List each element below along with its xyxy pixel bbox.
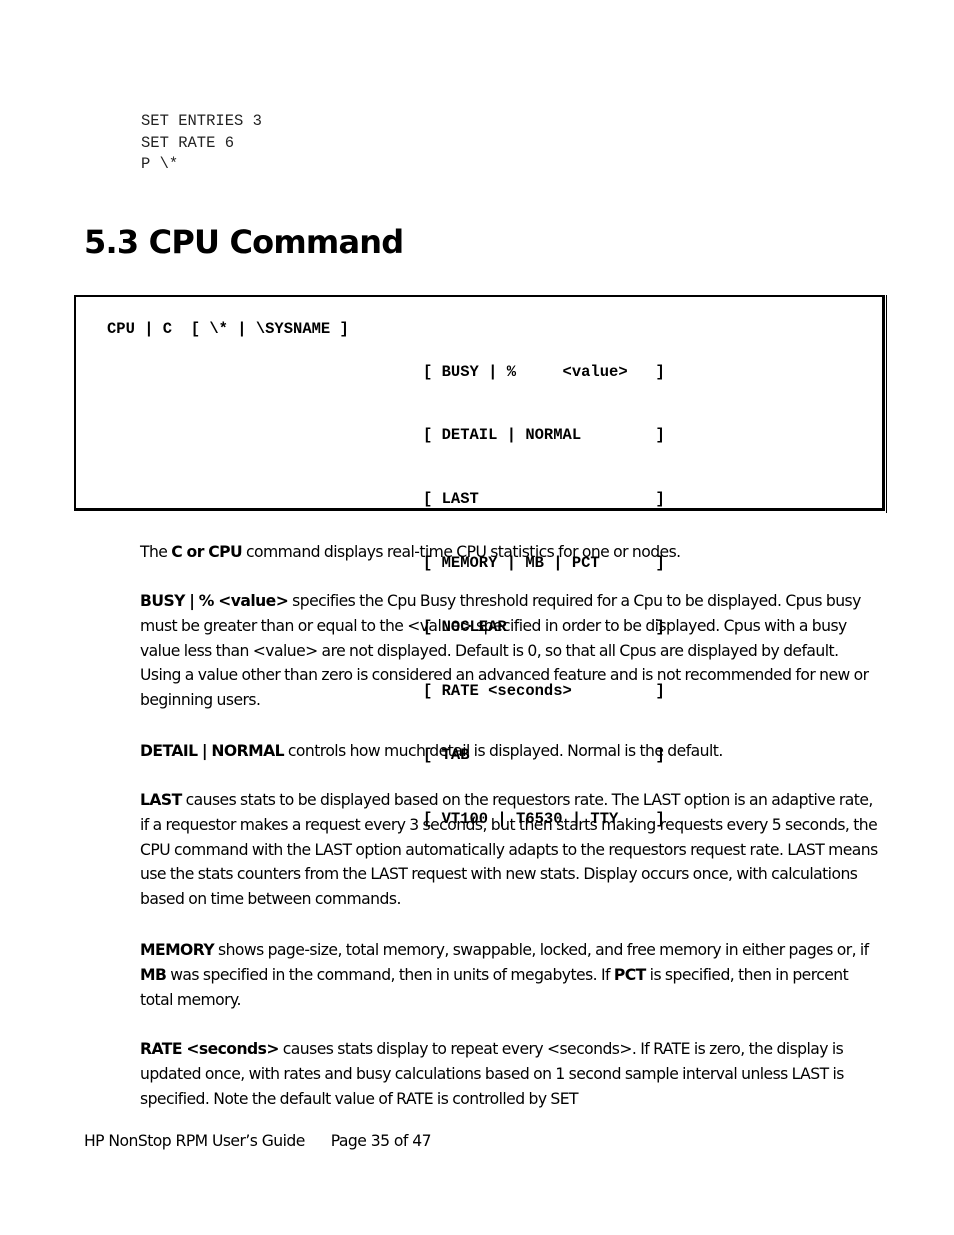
page-footer: HP NonStop RPM User’s Guide Page 35 of 47 [84, 1129, 432, 1153]
intro-paragraph: The C or CPU command displays real-time … [140, 540, 880, 565]
syntax-box: CPU | C [ \* | \SYSNAME ] [ BUSY | % <va… [74, 295, 887, 828]
syntax-option: [ LAST ] [423, 490, 665, 509]
pct-term: PCT [613, 965, 646, 984]
memory-term: MEMORY [140, 941, 215, 959]
memory-text: was specified in the command, then in un… [166, 965, 614, 984]
last-paragraph: LAST causes stats to be displayed based … [140, 788, 880, 912]
code-line: P \* [141, 155, 179, 173]
syntax-option: [ DETAIL | NORMAL ] [423, 426, 665, 445]
detail-paragraph: DETAIL | NORMAL controls how much detail… [140, 739, 880, 764]
busy-paragraph: BUSY | % <value> specifies the Cpu Busy … [140, 589, 880, 713]
section-heading: 5.3 CPU Command [84, 223, 404, 261]
last-term: LAST [140, 791, 182, 809]
syntax-option: [ BUSY | % <value> ] [423, 362, 665, 381]
intro-text: command displays real-time CPU statistic… [242, 543, 681, 561]
rate-paragraph: RATE <seconds> causes stats display to r… [140, 1037, 880, 1111]
mb-term: MB [140, 965, 167, 984]
code-line: SET ENTRIES 3 [141, 112, 262, 130]
code-line: SET RATE 6 [141, 133, 235, 152]
intro-term: C or CPU [171, 543, 243, 561]
intro-prefix: The [140, 543, 172, 561]
page-number: Page 35 of 47 [330, 1132, 432, 1150]
detail-text: controls how much detail is displayed. N… [283, 742, 723, 760]
syntax-command: CPU | C [ \* | \SYSNAME ] [107, 320, 349, 338]
code-example: SET ENTRIES 3 SET RATE 6 P \* [141, 111, 262, 176]
rate-term: RATE <seconds> [140, 1040, 279, 1058]
memory-paragraph: MEMORY shows page-size, total memory, sw… [140, 938, 880, 1012]
footer-title: HP NonStop RPM User’s Guide [84, 1132, 305, 1150]
memory-text: shows page-size, total memory, swappable… [214, 941, 869, 959]
last-text: causes stats to be displayed based on th… [140, 791, 878, 909]
busy-term: BUSY | % <value> [140, 592, 289, 610]
detail-term: DETAIL | NORMAL [140, 742, 285, 760]
box-edge-divider [886, 295, 887, 513]
